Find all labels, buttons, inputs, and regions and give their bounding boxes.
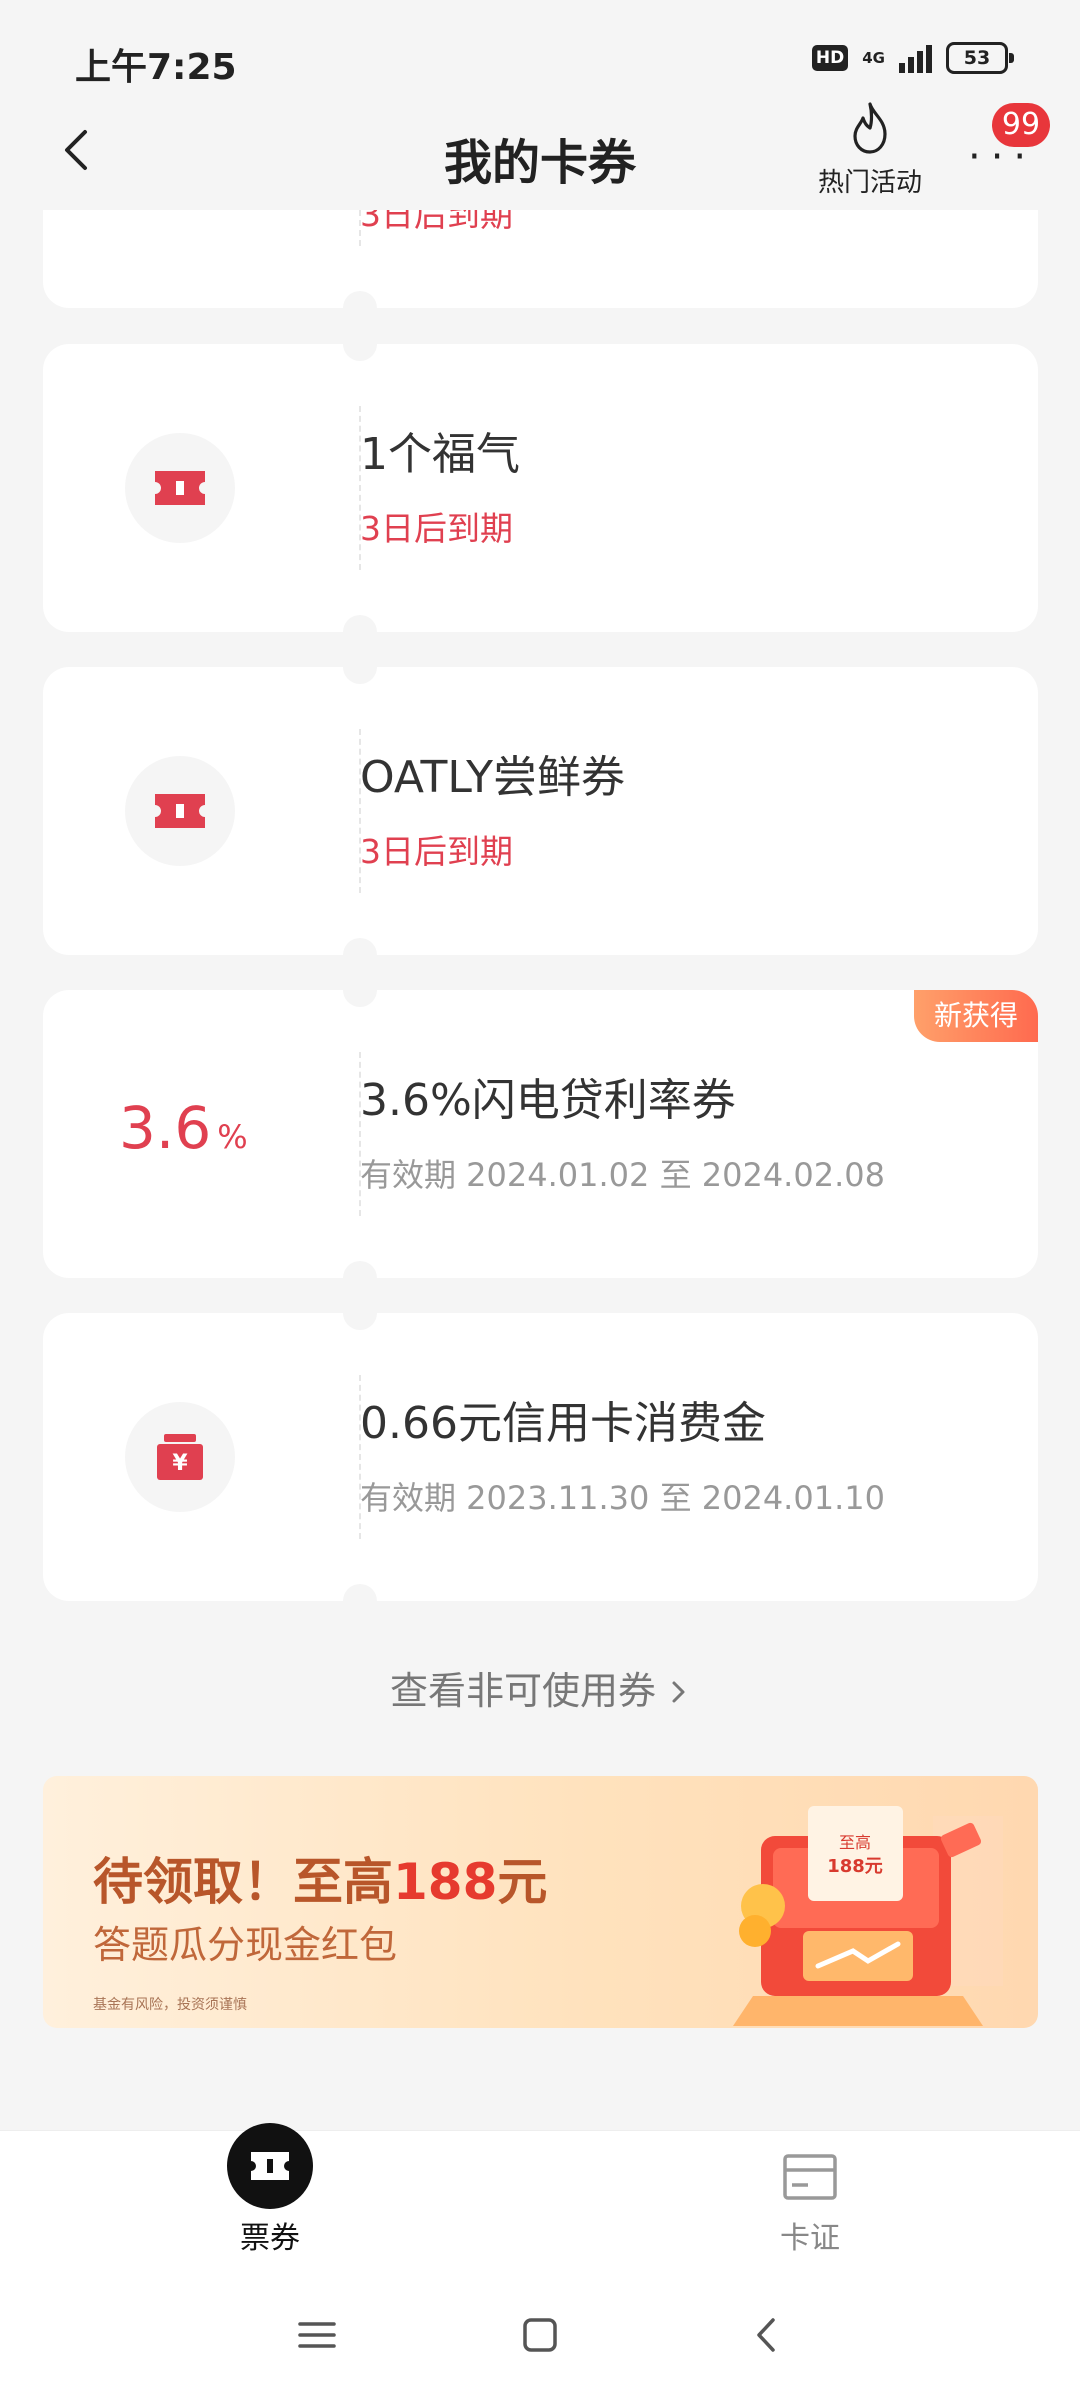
view-unusable-coupons-link[interactable]: 查看非可使用券 (0, 1660, 1080, 1715)
coupon-validity: 有效期 2023.11.30 至 2024.01.10 (360, 1479, 885, 1517)
more-icon: ··· (968, 134, 1037, 180)
home-button[interactable] (515, 2310, 565, 2360)
coupon-notch (343, 938, 377, 955)
promo-banner[interactable]: 待领取！至高188元 答题瓜分现金红包 基金有风险，投资须谨慎 至高 188元 (43, 1776, 1038, 2028)
home-square-icon (523, 2318, 557, 2352)
hot-activities-button[interactable]: 热门活动 (810, 100, 930, 200)
coupon-icon-bg: ¥ (125, 1402, 235, 1512)
banner-art-label-2: 188元 (827, 1856, 883, 1877)
rate-value: 3.6% (119, 1094, 248, 1162)
tab-cards-label: 卡证 (780, 2221, 840, 2256)
menu-icon (298, 2322, 336, 2348)
new-tag-badge: 新获得 (913, 990, 1038, 1042)
status-icons: HD 4G 53 (811, 38, 1014, 78)
coupon-card[interactable]: ¥ 0.66元信用卡消费金 有效期 2023.11.30 至 2024.01.1… (43, 1313, 1038, 1601)
network-type: 4G (862, 49, 885, 67)
tab-tickets[interactable]: 票券 (150, 2123, 390, 2269)
ticket-icon (155, 471, 205, 505)
coupon-expiry: 3日后到期 (360, 509, 513, 548)
signal-icon (899, 43, 932, 73)
coupon-notch (343, 667, 377, 684)
banner-title-amount: 188 (393, 1853, 498, 1911)
coupon-expiry: 3日后到期 (360, 832, 513, 871)
battery-icon: 53 (946, 42, 1014, 74)
banner-title-prefix: 待领取！至高 (93, 1853, 393, 1911)
back-button[interactable] (55, 120, 105, 180)
back-arrow-icon (65, 130, 87, 170)
banner-subtitle: 答题瓜分现金红包 (93, 1923, 398, 1967)
banner-disclaimer: 基金有风险，投资须谨慎 (93, 1997, 247, 2013)
banner-art-label-1: 至高 (839, 1833, 871, 1852)
coupon-notch (343, 1261, 377, 1278)
coupon-card[interactable]: 3.6% 3.6%闪电贷利率券 有效期 2024.01.02 至 2024.02… (43, 990, 1038, 1278)
banner-title: 待领取！至高188元 (93, 1842, 547, 1914)
chevron-right-icon (672, 1681, 685, 1703)
coupon-notch (343, 1313, 377, 1330)
rate-number: 3.6 (119, 1094, 212, 1162)
coupon-icon-bg (125, 756, 235, 866)
bottom-nav: 票券 卡证 (0, 2123, 1080, 2269)
header: 我的卡券 热门活动 ··· 99 (0, 95, 1080, 210)
coupon-card[interactable]: 1个福气 3日后到期 (43, 344, 1038, 632)
red-envelope-gift-icon: 至高 188元 (733, 1806, 1003, 2026)
battery-level: 53 (963, 47, 991, 69)
coupon-notch (343, 615, 377, 632)
coupon-card[interactable]: OATLY尝鲜券 3日后到期 (43, 667, 1038, 955)
coupon-title: 0.66元信用卡消费金 (360, 1398, 766, 1449)
coupon-icon-bg (125, 433, 235, 543)
system-nav-bar (0, 2268, 1080, 2400)
recent-apps-button[interactable] (292, 2310, 342, 2360)
coupon-notch (343, 344, 377, 361)
tab-cards[interactable]: 卡证 (690, 2131, 930, 2269)
svg-text:¥: ¥ (172, 1451, 188, 1476)
hot-activities-label: 热门活动 (817, 168, 922, 198)
ticket-icon (155, 794, 205, 828)
coupon-title: 1个福气 (360, 429, 520, 480)
coupon-title: OATLY尝鲜券 (360, 752, 625, 803)
ticket-tab-icon (227, 2123, 313, 2209)
fire-icon (853, 102, 887, 154)
system-back-button[interactable] (742, 2310, 792, 2360)
card-tab-icon (783, 2154, 837, 2200)
coupon-notch (343, 291, 377, 308)
rate-unit: % (217, 1118, 248, 1156)
coupon-notch (343, 1584, 377, 1601)
hd-icon: HD (811, 45, 849, 71)
banner-title-suffix: 元 (497, 1853, 548, 1911)
tab-tickets-label: 票券 (240, 2221, 300, 2256)
status-time: 上午7:25 (75, 47, 237, 88)
cash-icon: ¥ (157, 1434, 203, 1480)
view-unusable-label: 查看非可使用券 (389, 1669, 656, 1713)
coupon-title: 3.6%闪电贷利率券 (360, 1075, 736, 1126)
notification-badge: 99 (992, 103, 1050, 147)
coupon-notch (343, 990, 377, 1007)
back-chevron-icon (757, 2318, 775, 2352)
coupon-validity: 有效期 2024.01.02 至 2024.02.08 (360, 1156, 885, 1194)
